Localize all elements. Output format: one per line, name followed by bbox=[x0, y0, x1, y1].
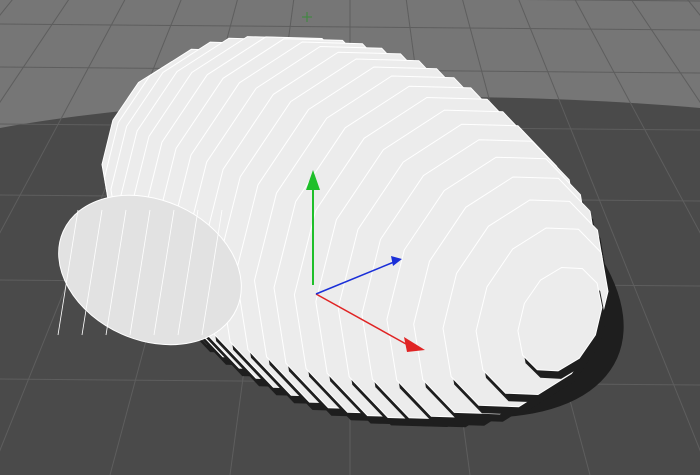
3d-viewport[interactable] bbox=[0, 0, 700, 475]
viewport-canvas[interactable] bbox=[0, 0, 700, 475]
